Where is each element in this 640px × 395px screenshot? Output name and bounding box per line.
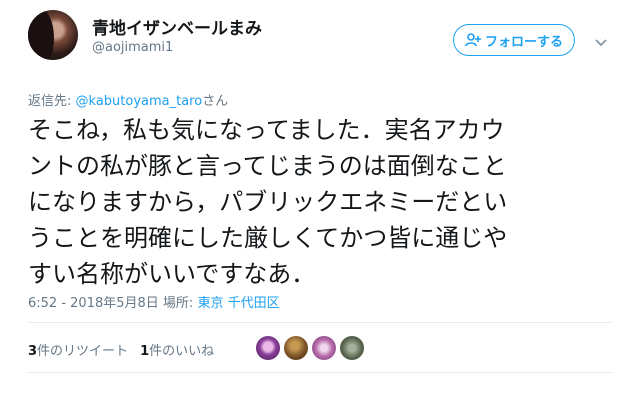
chevron-down-icon[interactable] — [593, 34, 609, 47]
divider — [28, 372, 612, 373]
like-label: 件のいいね — [149, 344, 215, 359]
tweet-text-line: うことを明確にした厳しくてかつ皆に通じや — [28, 224, 508, 252]
follow-button[interactable]: フォローする — [453, 24, 575, 56]
tweet-stats: 3件のリツイート 1件のいいね — [28, 340, 226, 359]
person-plus-icon — [465, 33, 481, 47]
reply-prefix: 返信先: — [28, 94, 76, 109]
liker-avatar[interactable] — [284, 336, 308, 360]
like-stat[interactable]: 1件のいいね — [140, 344, 214, 359]
screen-name[interactable]: @aojimami1 — [92, 40, 173, 55]
reply-suffix: さん — [202, 94, 229, 109]
follow-button-label: フォローする — [484, 34, 563, 50]
retweet-stat[interactable]: 3件のリツイート — [28, 344, 128, 359]
place-label: 場所: — [162, 296, 198, 311]
place-link[interactable]: 東京 千代田区 — [197, 296, 279, 311]
reply-context: 返信先: @kabutoyama_taroさん — [28, 90, 228, 109]
display-name[interactable]: 青地イザンベールまみ — [92, 14, 262, 39]
retweet-count: 3 — [28, 344, 38, 359]
liker-avatars — [256, 336, 364, 360]
timestamp[interactable]: 6:52 - 2018年5月8日 — [28, 296, 159, 311]
tweet-metadata: 6:52 - 2018年5月8日 場所: 東京 千代田区 — [28, 292, 280, 311]
divider — [28, 322, 612, 323]
tweet-text-line: そこね，私も気になってました．実名アカウ — [28, 116, 505, 144]
like-count: 1 — [140, 344, 150, 359]
reply-handle-link[interactable]: @kabutoyama_taro — [76, 94, 203, 109]
tweet-card: 青地イザンベールまみ @aojimami1 フォローする 返信先: @kabut… — [0, 0, 640, 395]
retweet-label: 件のリツイート — [37, 344, 129, 359]
tweet-text-line: ントの私が豚と言ってじまうのは面倒なこと — [28, 152, 507, 180]
avatar[interactable] — [28, 10, 78, 60]
liker-avatar[interactable] — [256, 336, 280, 360]
tweet-text-line: すい名称がいいですなあ． — [28, 260, 316, 288]
tweet-text: そこね，私も気になってました．実名アカウ ントの私が豚と言ってじまうのは面倒なこ… — [28, 112, 628, 292]
liker-avatar[interactable] — [312, 336, 336, 360]
liker-avatar[interactable] — [340, 336, 364, 360]
tweet-text-line: になりますから，パブリックエネミーだとい — [28, 188, 508, 216]
